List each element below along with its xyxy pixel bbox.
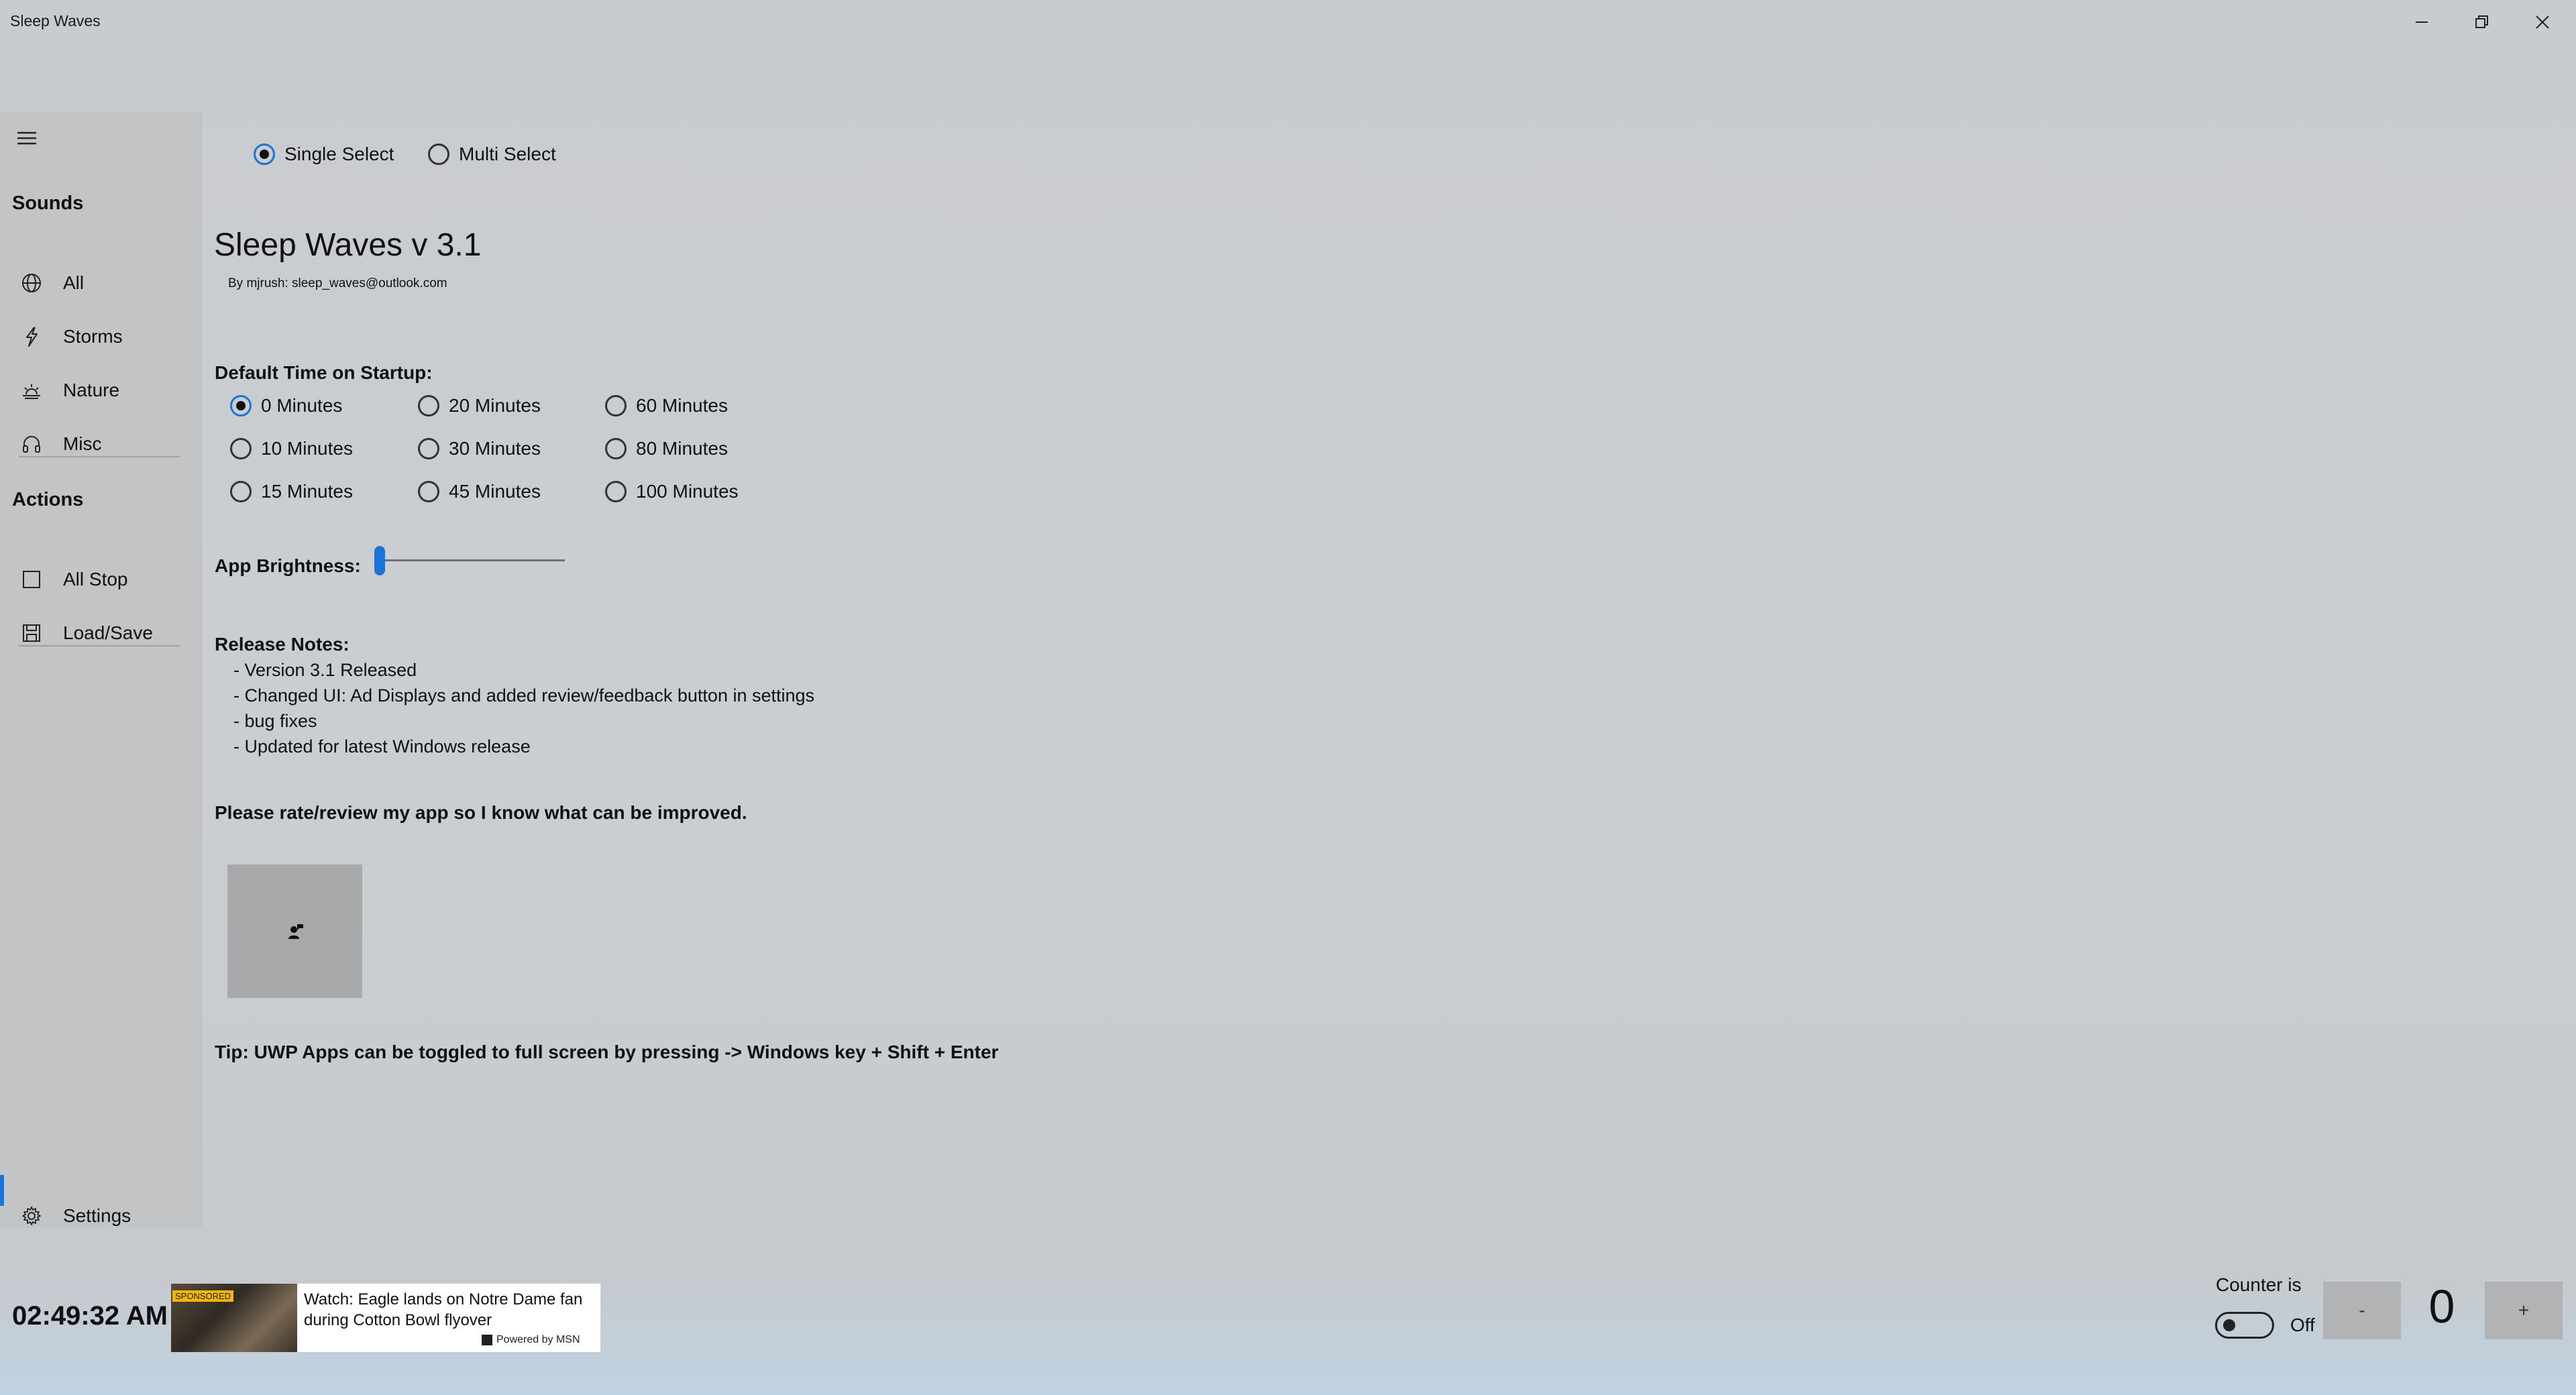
counter-toggle-state: Off (2290, 1315, 2315, 1335)
radio-time-10[interactable]: 10 Minutes (230, 438, 353, 459)
gear-icon (15, 1205, 48, 1227)
window-title: Sleep Waves (10, 12, 101, 30)
nav-item-all[interactable]: All (0, 257, 201, 309)
release-notes-heading: Release Notes: (215, 634, 350, 655)
radio-time-15[interactable]: 15 Minutes (230, 481, 353, 502)
radio-time-100[interactable]: 100 Minutes (605, 481, 739, 502)
counter-decrement-button[interactable]: - (2323, 1282, 2401, 1339)
radio-label: 0 Minutes (261, 395, 343, 416)
nav-divider (19, 456, 180, 457)
nav-item-nature[interactable]: Nature (0, 364, 201, 416)
nav-divider (19, 645, 180, 647)
nav-item-label: Misc (63, 433, 102, 454)
sponsored-badge: SPONSORED (172, 1290, 234, 1302)
release-note-line: - Updated for latest Windows release (233, 736, 531, 757)
nav-heading-actions: Actions (12, 489, 84, 510)
clock: 02:49:32 AM (12, 1301, 168, 1331)
radio-label: 10 Minutes (261, 438, 353, 459)
radio-multi-select[interactable]: Multi Select (428, 144, 556, 165)
sunset-icon (15, 380, 48, 401)
restore-button[interactable] (2452, 0, 2512, 44)
title-bar: Sleep Waves (0, 0, 2576, 44)
save-icon (15, 622, 48, 644)
counter-value: 0 (2428, 1280, 2455, 1333)
nav-item-settings[interactable]: Settings (0, 1190, 201, 1242)
radio-circle (230, 395, 252, 416)
nav-item-label: Settings (63, 1205, 131, 1226)
release-note-line: - Changed UI: Ad Displays and added revi… (233, 685, 815, 706)
restore-icon (2475, 15, 2488, 28)
hamburger-menu-button[interactable] (15, 126, 42, 153)
minimize-icon (2416, 21, 2428, 23)
nav-item-misc[interactable]: Misc (0, 418, 201, 470)
counter-increment-button[interactable]: + (2485, 1282, 2563, 1339)
radio-circle (605, 481, 627, 502)
radio-label: 30 Minutes (449, 438, 541, 459)
byline: By mjrush: sleep_waves@outlook.com (228, 276, 447, 290)
ad-powered-by: Powered by MSN (482, 1334, 580, 1346)
nav-item-label: Nature (63, 380, 120, 400)
radio-circle (418, 395, 439, 416)
ad-headline: Watch: Eagle lands on Notre Dame fan dur… (304, 1290, 583, 1329)
navigation-pane: Sounds All Storms Nature Misc Actions Al… (0, 111, 202, 1227)
radio-time-20[interactable]: 20 Minutes (418, 395, 541, 416)
headphones-icon (15, 433, 48, 455)
powered-by-label: Powered by MSN (496, 1334, 580, 1345)
hamburger-icon (17, 131, 36, 145)
counter-label: Counter is (2216, 1274, 2302, 1295)
nav-item-all-stop[interactable]: All Stop (0, 553, 201, 606)
radio-single-select[interactable]: Single Select (254, 144, 394, 165)
review-feedback-button[interactable] (227, 864, 362, 998)
nav-heading-sounds: Sounds (12, 192, 84, 214)
radio-circle (428, 144, 449, 165)
radio-circle (605, 438, 627, 459)
counter-toggle[interactable] (2215, 1312, 2274, 1339)
nav-selection-indicator (0, 1175, 4, 1206)
radio-circle (418, 481, 439, 502)
nav-item-load-save[interactable]: Load/Save (0, 607, 201, 659)
radio-label: 100 Minutes (636, 481, 739, 502)
nav-item-label: All Stop (63, 569, 128, 590)
fullscreen-tip: Tip: UWP Apps can be toggled to full scr… (215, 1042, 999, 1062)
release-note-line: - Version 3.1 Released (233, 660, 417, 680)
release-note-line: - bug fixes (233, 711, 317, 731)
radio-time-80[interactable]: 80 Minutes (605, 438, 728, 459)
radio-time-45[interactable]: 45 Minutes (418, 481, 541, 502)
default-time-label: Default Time on Startup: (215, 362, 433, 383)
toggle-knob (2223, 1319, 2235, 1331)
checkbox-icon (15, 569, 48, 590)
nav-item-label: All (63, 272, 85, 293)
radio-label: Multi Select (459, 144, 556, 164)
close-icon (2536, 15, 2549, 29)
globe-icon (15, 272, 48, 294)
radio-circle (418, 438, 439, 459)
radio-time-60[interactable]: 60 Minutes (605, 395, 728, 416)
radio-label: 20 Minutes (449, 395, 541, 416)
radio-circle (230, 481, 252, 502)
brightness-slider-thumb[interactable] (374, 546, 385, 575)
radio-label: 15 Minutes (261, 481, 353, 502)
radio-label: 45 Minutes (449, 481, 541, 502)
brightness-label: App Brightness: (215, 555, 361, 576)
page-title: Sleep Waves v 3.1 (214, 227, 482, 263)
feedback-icon (288, 924, 303, 939)
radio-label: 80 Minutes (636, 438, 728, 459)
radio-circle (605, 395, 627, 416)
sponsored-ad[interactable]: SPONSORED Watch: Eagle lands on Notre Da… (170, 1283, 601, 1353)
nav-item-storms[interactable]: Storms (0, 311, 201, 363)
radio-time-30[interactable]: 30 Minutes (418, 438, 541, 459)
minimize-button[interactable] (2392, 0, 2452, 44)
radio-time-0[interactable]: 0 Minutes (230, 395, 342, 416)
lightning-icon (15, 326, 48, 347)
radio-circle (230, 438, 252, 459)
review-prompt: Please rate/review my app so I know what… (215, 802, 747, 823)
radio-circle (254, 144, 275, 165)
nav-item-label: Storms (63, 326, 123, 347)
close-button[interactable] (2512, 0, 2573, 44)
msn-logo-icon (482, 1335, 492, 1345)
nav-item-label: Load/Save (63, 622, 153, 643)
brightness-slider-track[interactable] (380, 559, 565, 561)
radio-label: Single Select (284, 144, 394, 164)
radio-label: 60 Minutes (636, 395, 728, 416)
